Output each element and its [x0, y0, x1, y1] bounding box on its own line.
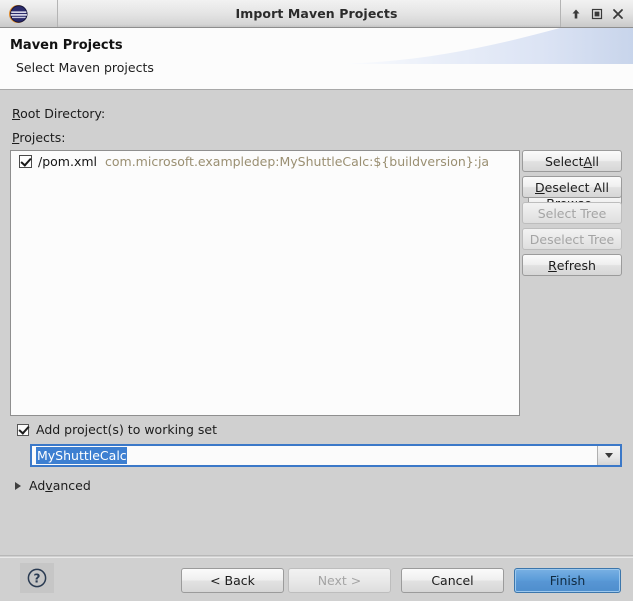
close-window-button[interactable] [609, 5, 627, 23]
dialog-body: Root Directory: /home/vmadmin/MyShuttleC… [0, 90, 633, 555]
help-button[interactable]: ? [20, 563, 54, 593]
project-coordinates: com.microsoft.exampledep:MyShuttleCalc:$… [105, 153, 490, 169]
advanced-label: Advanced [29, 478, 91, 493]
next-button: Next > [288, 568, 391, 593]
chevron-down-icon [605, 453, 613, 458]
advanced-section-toggle[interactable]: Advanced [15, 478, 91, 493]
deselect-tree-button: Deselect Tree [522, 228, 622, 250]
up-arrow-icon [572, 9, 580, 18]
question-mark-icon: ? [27, 568, 47, 588]
back-button[interactable]: < Back [181, 568, 284, 593]
eclipse-globe-icon [9, 5, 28, 23]
add-to-working-set-label: Add project(s) to working set [36, 422, 217, 437]
working-set-dropdown-button[interactable] [597, 446, 620, 465]
footer-separator [0, 557, 633, 558]
deselect-all-button[interactable]: Deselect All [522, 176, 622, 198]
project-path: /pom.xml [38, 153, 97, 169]
header-swoosh-decoration [323, 28, 633, 64]
add-to-working-set-checkbox[interactable] [17, 423, 29, 436]
page-title: Maven Projects [10, 38, 123, 53]
close-x-icon [613, 8, 624, 19]
title-bar: Import Maven Projects [0, 0, 633, 28]
projects-list[interactable]: /pom.xml com.microsoft.exampledep:MyShut… [10, 150, 520, 416]
root-directory-label: Root Directory: [12, 106, 106, 121]
select-all-button[interactable]: Select All [522, 150, 622, 172]
window-title: Import Maven Projects [235, 6, 398, 21]
select-tree-button: Select Tree [522, 202, 622, 224]
working-set-combo[interactable]: MyShuttleCalc [30, 444, 622, 467]
cancel-button[interactable]: Cancel [401, 568, 504, 593]
add-to-working-set-row[interactable]: Add project(s) to working set [17, 422, 217, 437]
working-set-input[interactable]: MyShuttleCalc [32, 446, 597, 465]
page-subtitle: Select Maven projects [16, 60, 154, 75]
working-set-value: MyShuttleCalc [36, 447, 127, 464]
table-row[interactable]: /pom.xml com.microsoft.exampledep:MyShut… [11, 151, 519, 171]
title-bar-icon-panel [0, 0, 58, 27]
project-checkbox[interactable] [19, 154, 32, 168]
chevron-right-icon [15, 481, 21, 490]
projects-label: Projects: [12, 130, 66, 145]
refresh-button[interactable]: Refresh [522, 254, 622, 276]
finish-button[interactable]: Finish [514, 568, 621, 593]
maximize-window-button[interactable] [588, 5, 606, 23]
shade-window-button[interactable] [567, 5, 585, 23]
wizard-header: Maven Projects Select Maven projects [0, 28, 633, 90]
import-maven-projects-dialog: Import Maven Projects Maven Projects Sel… [0, 0, 633, 601]
maximize-square-icon [591, 8, 603, 19]
svg-text:?: ? [34, 572, 41, 586]
window-controls [560, 0, 633, 27]
